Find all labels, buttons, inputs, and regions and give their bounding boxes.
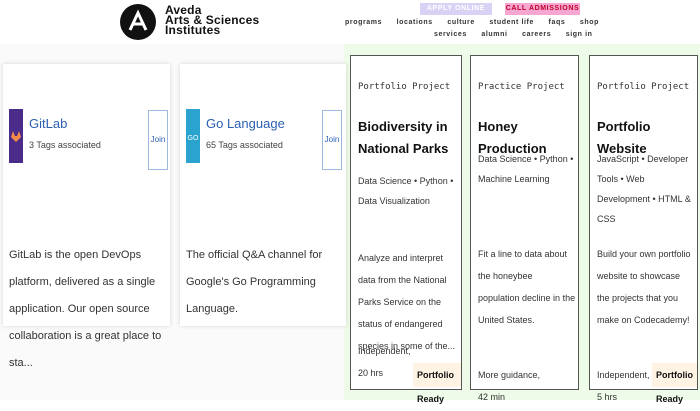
- community-card[interactable]: GO Go Language 65 Tags associated Join T…: [180, 64, 346, 326]
- call-admissions-button[interactable]: CALL ADMISSIONS: [505, 3, 580, 15]
- portfolio-ready-badge: Portfolio Ready: [652, 363, 697, 404]
- nav-item-faqs[interactable]: faqs: [549, 19, 566, 26]
- project-card[interactable]: Portfolio Project Portfolio Website Java…: [589, 55, 698, 404]
- project-title[interactable]: Biodiversity in National Parks: [358, 116, 454, 160]
- brand-name[interactable]: Aveda Arts & Sciences Institutes: [165, 4, 259, 36]
- portfolio-ready-badge: Portfolio Ready: [413, 363, 461, 404]
- aveda-logo[interactable]: [120, 4, 156, 40]
- nav-item-culture[interactable]: culture: [447, 19, 475, 26]
- project-type: Portfolio Project: [358, 82, 451, 92]
- community-name[interactable]: Go Language: [206, 116, 285, 131]
- community-description: GitLab is the open DevOps platform, deli…: [9, 249, 162, 369]
- project-type: Portfolio Project: [597, 82, 690, 92]
- nav-item-student-life[interactable]: student life: [489, 19, 534, 26]
- svg-text:GO: GO: [188, 135, 199, 142]
- community-name[interactable]: GitLab: [29, 116, 67, 131]
- project-duration: Independent, 5 hrs: [597, 370, 650, 402]
- community-description: The official Q&A channel for Google's Go…: [186, 249, 323, 315]
- join-button[interactable]: Join: [322, 110, 342, 170]
- site-header: Aveda Arts & Sciences Institutes APPLY O…: [0, 0, 700, 44]
- nav-item-locations[interactable]: locations: [397, 19, 433, 26]
- nav-item-careers[interactable]: careers: [522, 31, 551, 38]
- community-tag-count: 3 Tags associated: [29, 140, 101, 150]
- nav-item-alumni[interactable]: alumni: [481, 31, 507, 38]
- project-card[interactable]: Portfolio Project Biodiversity in Nation…: [350, 55, 462, 404]
- join-button[interactable]: Join: [148, 110, 168, 170]
- nav-item-services[interactable]: services: [434, 31, 467, 38]
- nav-item-sign-in[interactable]: sign in: [566, 31, 593, 38]
- project-description: Build your own portfolio website to show…: [597, 249, 691, 325]
- project-duration: More guidance, 42 min: [478, 370, 541, 402]
- community-tag-count: 65 Tags associated: [206, 140, 283, 150]
- project-description: Fit a line to data about the honeybee po…: [478, 249, 576, 325]
- project-tags: Data Science • Python • Machine Learning: [478, 154, 574, 184]
- gitlab-icon: [9, 109, 23, 163]
- aveda-a-icon: [128, 9, 148, 31]
- nav-item-shop[interactable]: shop: [580, 19, 599, 26]
- nav-item-programs[interactable]: programs: [345, 19, 382, 26]
- project-card[interactable]: Practice Project Honey Production Data S…: [470, 55, 579, 402]
- primary-nav: programs locations culture student life …: [345, 19, 599, 26]
- secondary-nav: services alumni careers sign in: [434, 31, 593, 38]
- community-card[interactable]: GitLab 3 Tags associated Join GitLab is …: [3, 64, 170, 369]
- project-duration: Independent, 20 hrs: [358, 346, 411, 378]
- go-language-icon: GO: [186, 109, 200, 163]
- apply-online-button[interactable]: APPLY ONLINE: [420, 3, 492, 15]
- project-tags: Data Science • Python • Data Visualizati…: [358, 176, 454, 206]
- project-tags: JavaScript • Developer Tools • Web Devel…: [597, 154, 691, 224]
- project-type: Practice Project: [478, 82, 565, 92]
